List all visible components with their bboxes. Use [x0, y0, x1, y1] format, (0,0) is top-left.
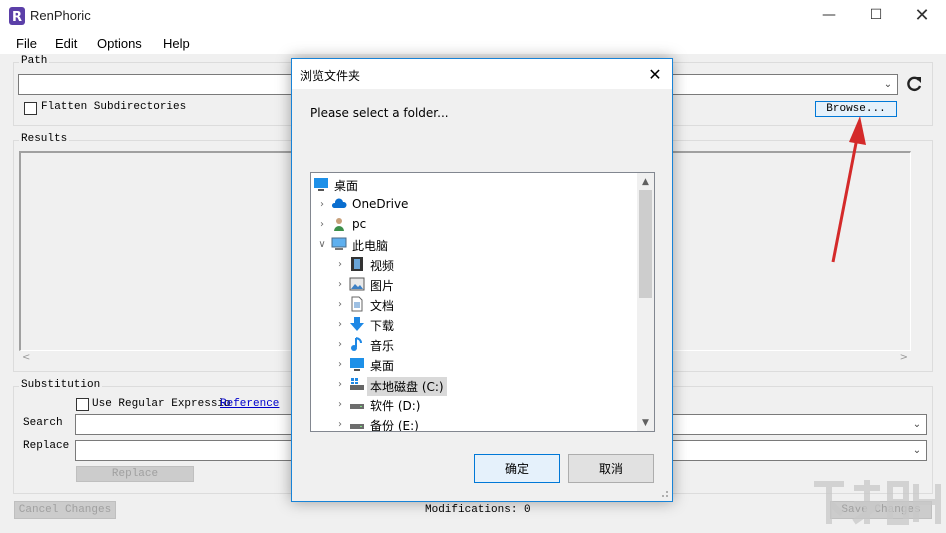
cancel-button[interactable]: 取消	[568, 454, 654, 483]
tree-item-label: 桌面	[334, 179, 359, 193]
desktop-icon	[349, 356, 365, 372]
minimize-icon[interactable]: —	[806, 0, 852, 30]
title-bar: R RenPhoric — ☐ ✕	[0, 0, 946, 32]
user-icon	[331, 216, 347, 232]
tree-item-label: OneDrive	[352, 197, 409, 211]
tree-item-label: 下载	[370, 319, 395, 333]
dialog-title-bar: 浏览文件夹 ✕	[292, 59, 672, 89]
chevron-right-icon[interactable]: ›	[335, 419, 345, 430]
tree-vscrollbar[interactable]: ▲ ▼	[637, 173, 654, 431]
tree-item[interactable]: › 软件 (D:)	[311, 394, 637, 414]
computer-icon	[331, 236, 347, 252]
documents-icon	[349, 296, 365, 312]
chevron-right-icon[interactable]: ›	[335, 399, 345, 410]
chevron-down-icon[interactable]: ⌄	[881, 77, 895, 91]
system-drive-icon	[349, 376, 365, 392]
flatten-checkbox[interactable]	[24, 102, 37, 115]
use-regex-checkbox[interactable]	[76, 398, 89, 411]
chevron-right-icon[interactable]: ›	[335, 319, 345, 330]
tree-item[interactable]: › 下载	[311, 314, 637, 334]
drive-icon	[349, 396, 365, 412]
svg-text:R: R	[12, 10, 22, 25]
chevron-right-icon[interactable]: ›	[335, 299, 345, 310]
menu-file[interactable]: File	[16, 36, 37, 51]
chevron-right-icon[interactable]: ›	[335, 359, 345, 370]
menu-edit[interactable]: Edit	[55, 36, 77, 51]
tree-item-label: 图片	[370, 279, 395, 293]
menu-bar: File Edit Options Help	[0, 32, 946, 54]
app-title: RenPhoric	[30, 8, 91, 23]
chevron-right-icon[interactable]: ›	[335, 279, 345, 290]
scroll-up-icon[interactable]: ▲	[637, 173, 654, 190]
cloud-icon	[331, 196, 347, 212]
tree-item[interactable]: ∨ 此电脑	[311, 234, 637, 254]
chevron-right-icon[interactable]: ›	[335, 259, 345, 270]
tree-item[interactable]: › 视频	[311, 254, 637, 274]
tree-item-label: 备份 (E:)	[370, 419, 419, 432]
tree-item[interactable]: › 音乐	[311, 334, 637, 354]
tree-item[interactable]: › 文档	[311, 294, 637, 314]
tree-item[interactable]: › 备份 (E:)	[311, 414, 637, 432]
dialog-close-icon[interactable]: ✕	[642, 61, 668, 87]
replace-label: Replace	[23, 440, 70, 452]
dialog-title: 浏览文件夹	[300, 69, 361, 83]
chevron-down-icon[interactable]: ∨	[317, 239, 327, 250]
chevron-down-icon[interactable]: ⌄	[910, 443, 924, 457]
tree-item-label: 文档	[370, 299, 395, 313]
tree-item[interactable]: › 图片	[311, 274, 637, 294]
menu-options[interactable]: Options	[97, 36, 142, 51]
modifications-status: Modifications: 0	[425, 504, 531, 516]
tree-item-label: 软件 (D:)	[370, 399, 421, 413]
path-group-label: Path	[19, 55, 50, 67]
desktop-icon	[313, 176, 329, 192]
tree-item[interactable]: › pc	[311, 214, 637, 234]
browse-folder-dialog: 浏览文件夹 ✕ Please select a folder... 桌面 › One…	[291, 58, 673, 502]
resize-grip-icon[interactable]	[659, 488, 669, 498]
chevron-right-icon[interactable]: ›	[335, 339, 345, 350]
close-icon[interactable]: ✕	[899, 0, 945, 30]
substitution-group-label: Substitution	[19, 379, 103, 391]
tree-item-label: 视频	[370, 259, 395, 273]
results-group-label: Results	[19, 133, 70, 145]
chevron-right-icon[interactable]: ›	[317, 219, 327, 230]
chevron-right-icon[interactable]: ›	[317, 199, 327, 210]
replace-button[interactable]: Replace	[76, 466, 194, 482]
scroll-right-icon[interactable]: >	[900, 352, 908, 363]
tree-item-label: 桌面	[370, 359, 395, 373]
music-icon	[349, 336, 365, 352]
tree-item[interactable]: › 本地磁盘 (C:)	[311, 374, 637, 396]
chevron-down-icon[interactable]: ⌄	[910, 417, 924, 431]
scroll-down-icon[interactable]: ▼	[637, 414, 654, 431]
dialog-prompt: Please select a folder...	[310, 106, 449, 120]
ok-button[interactable]: 确定	[474, 454, 560, 483]
video-icon	[349, 256, 365, 272]
watermark-logo-icon	[814, 480, 941, 525]
use-regex-label: Use Regular Expressio	[92, 398, 231, 410]
reference-link[interactable]: Reference	[220, 398, 279, 410]
pictures-icon	[349, 276, 365, 292]
scroll-left-icon[interactable]: <	[22, 352, 30, 363]
search-label: Search	[23, 417, 63, 429]
drive-icon	[349, 416, 365, 431]
folder-tree[interactable]: 桌面 › OneDrive › pc ∨ 此电脑 › 视频 › 图片 › 文档 › 下载 › 音乐 › 桌面 › 本地磁…	[310, 172, 655, 432]
cancel-changes-button[interactable]: Cancel Changes	[14, 501, 116, 519]
maximize-icon[interactable]: ☐	[853, 0, 899, 30]
annotation-arrow-icon	[831, 116, 866, 263]
chevron-right-icon[interactable]: ›	[335, 379, 345, 390]
tree-item-label: pc	[352, 217, 367, 231]
download-icon	[349, 316, 365, 332]
tree-item-label: 此电脑	[352, 239, 389, 253]
flatten-label: Flatten Subdirectories	[41, 101, 187, 113]
tree-item-label: 音乐	[370, 339, 395, 353]
tree-item[interactable]: › 桌面	[311, 354, 637, 374]
refresh-icon[interactable]	[905, 75, 923, 93]
tree-item[interactable]: › OneDrive	[311, 194, 637, 214]
scroll-thumb[interactable]	[639, 190, 652, 298]
menu-help[interactable]: Help	[163, 36, 190, 51]
app-logo-icon: R	[9, 7, 25, 25]
tree-item[interactable]: 桌面	[311, 174, 637, 194]
